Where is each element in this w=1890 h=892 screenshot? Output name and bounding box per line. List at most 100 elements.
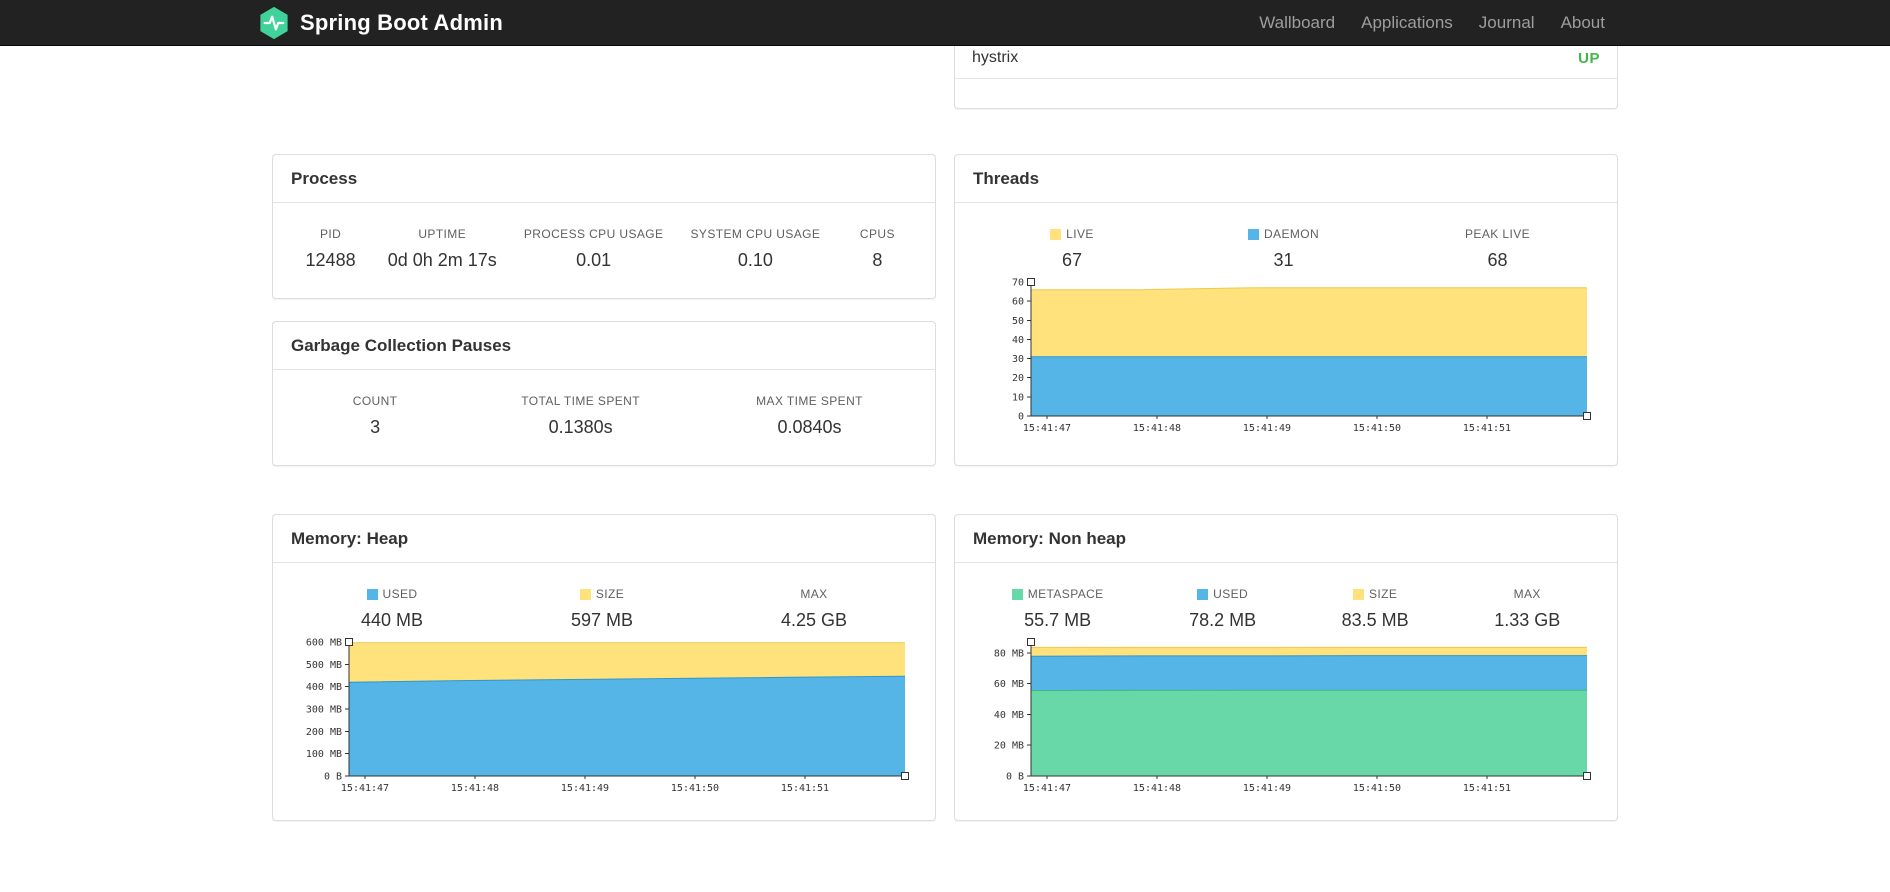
svg-text:100 MB: 100 MB: [306, 749, 342, 760]
svg-text:15:41:50: 15:41:50: [1353, 423, 1401, 434]
stat-nonheap-metaspace: METASPACE 55.7 MB: [1011, 587, 1104, 631]
stat-label: SIZE: [1369, 587, 1398, 601]
svg-text:15:41:49: 15:41:49: [1243, 423, 1291, 434]
svg-text:0: 0: [1018, 412, 1024, 423]
heap-panel-title: Memory: Heap: [273, 515, 935, 563]
svg-text:60 MB: 60 MB: [994, 679, 1024, 690]
stat-gc-max-time: MAX TIME SPENT 0.0840s: [756, 394, 863, 438]
svg-text:15:41:50: 15:41:50: [671, 783, 719, 794]
metaspace-legend-swatch: [1011, 588, 1023, 600]
stat-threads-daemon: DAEMON 31: [1247, 227, 1320, 271]
stat-value: 12488: [305, 250, 356, 270]
svg-text:60: 60: [1012, 297, 1024, 308]
svg-text:300 MB: 300 MB: [306, 705, 342, 716]
nonheap-chart: 0 B 20 MB 40 MB 60 MB 80 MB 15:41:47 15:41:48 1…: [967, 636, 1607, 798]
brand-link[interactable]: Spring Boot Admin: [258, 6, 503, 40]
stat-uptime: UPTIME 0d 0h 2m 17s: [388, 227, 497, 271]
svg-text:500 MB: 500 MB: [306, 660, 342, 671]
svg-text:15:41:48: 15:41:48: [1133, 783, 1181, 794]
svg-text:40: 40: [1012, 335, 1024, 346]
stat-label: SIZE: [595, 587, 625, 601]
svg-text:0 B: 0 B: [324, 772, 342, 783]
svg-text:40 MB: 40 MB: [994, 710, 1024, 721]
svg-text:0 B: 0 B: [1006, 772, 1024, 783]
threads-panel-title: Threads: [955, 155, 1617, 203]
stat-heap-used: USED 440 MB: [361, 587, 423, 631]
stat-pid: PID 12488: [301, 227, 361, 271]
svg-text:15:41:49: 15:41:49: [561, 783, 609, 794]
spring-boot-admin-logo-icon: [258, 6, 290, 40]
svg-text:50: 50: [1012, 316, 1024, 327]
size-legend-swatch: [1353, 588, 1365, 600]
stat-gc-total-time: TOTAL TIME SPENT 0.1380s: [521, 394, 640, 438]
stat-value: 3: [370, 417, 381, 437]
stat-heap-size: SIZE 597 MB: [571, 587, 633, 631]
application-row[interactable]: hystrix UP: [955, 46, 1617, 78]
brand-title: Spring Boot Admin: [300, 9, 504, 35]
stat-value: 0d 0h 2m 17s: [387, 250, 497, 270]
stat-nonheap-used: USED 78.2 MB: [1189, 587, 1256, 631]
stat-value: 0.01: [576, 250, 612, 270]
svg-text:15:41:51: 15:41:51: [781, 783, 829, 794]
stat-nonheap-size: SIZE 83.5 MB: [1342, 587, 1409, 631]
stat-threads-live: LIVE 67: [1042, 227, 1102, 271]
navbar-inner: Spring Boot Admin Wallboard Applications…: [260, 0, 1618, 45]
stat-value: 0.1380s: [548, 417, 613, 437]
divider: [955, 78, 1617, 79]
svg-text:15:41:47: 15:41:47: [1023, 783, 1071, 794]
gc-panel-title: Garbage Collection Pauses: [273, 322, 935, 370]
svg-text:15:41:48: 15:41:48: [1133, 423, 1181, 434]
nav-applications[interactable]: Applications: [1348, 0, 1466, 45]
svg-text:15:41:47: 15:41:47: [341, 783, 389, 794]
stat-system-cpu-usage: SYSTEM CPU USAGE 0.10: [691, 227, 821, 271]
stat-label: PID: [319, 227, 342, 241]
top-navbar: Spring Boot Admin Wallboard Applications…: [0, 0, 1890, 46]
threads-panel: Threads LIVE 67 DAEMON 31 PEAK LIVE 68 0…: [954, 154, 1618, 466]
application-name[interactable]: hystrix: [972, 49, 1018, 67]
nonheap-panel-title: Memory: Non heap: [955, 515, 1617, 563]
stat-value: 55.7 MB: [1024, 610, 1092, 630]
svg-text:15:41:50: 15:41:50: [1353, 783, 1401, 794]
live-legend-swatch: [1050, 228, 1062, 240]
nav-wallboard[interactable]: Wallboard: [1246, 0, 1348, 45]
stat-value: 1.33 GB: [1494, 610, 1561, 630]
stat-label: PEAK LIVE: [1465, 227, 1530, 241]
stat-label: DAEMON: [1263, 227, 1320, 241]
process-stats: PID 12488 UPTIME 0d 0h 2m 17s PROCESS CP…: [273, 203, 935, 271]
stat-label: PROCESS CPU USAGE: [523, 227, 664, 241]
used-legend-swatch: [1197, 588, 1209, 600]
used-legend-swatch: [366, 588, 378, 600]
svg-text:200 MB: 200 MB: [306, 727, 342, 738]
stat-threads-peak-live: PEAK LIVE 68: [1465, 227, 1530, 271]
stat-value: 78.2 MB: [1189, 610, 1257, 630]
nav-journal[interactable]: Journal: [1466, 0, 1548, 45]
threads-stats: LIVE 67 DAEMON 31 PEAK LIVE 68: [955, 203, 1617, 271]
stat-value: 440 MB: [360, 610, 424, 630]
svg-text:10: 10: [1012, 392, 1024, 403]
stat-value: 4.25 GB: [780, 610, 848, 630]
svg-text:400 MB: 400 MB: [306, 682, 342, 693]
svg-text:15:41:49: 15:41:49: [1243, 783, 1291, 794]
stat-value: 68: [1487, 250, 1508, 270]
svg-text:600 MB: 600 MB: [306, 638, 342, 649]
application-status-badge: UP: [1578, 49, 1600, 67]
stat-label: COUNT: [352, 394, 398, 408]
svg-text:70: 70: [1012, 278, 1024, 289]
stat-label: MAX: [1513, 587, 1541, 601]
stat-label: SYSTEM CPU USAGE: [690, 227, 821, 241]
stat-label: USED: [1213, 587, 1249, 601]
nonheap-stats: METASPACE 55.7 MB USED 78.2 MB SIZE 83.5…: [955, 563, 1617, 631]
nav-about[interactable]: About: [1548, 0, 1618, 45]
stat-label: CPUS: [859, 227, 895, 241]
navbar-links: Wallboard Applications Journal About: [1246, 0, 1618, 45]
stat-label: MAX: [800, 587, 828, 601]
process-panel-title: Process: [273, 155, 935, 203]
svg-text:30: 30: [1012, 354, 1024, 365]
svg-text:80 MB: 80 MB: [994, 648, 1024, 659]
svg-text:20 MB: 20 MB: [994, 741, 1024, 752]
svg-text:15:41:51: 15:41:51: [1463, 423, 1511, 434]
applications-panel-partial: hystrix UP: [954, 46, 1618, 109]
heap-chart: 0 B 100 MB 200 MB 300 MB 400 MB 500 MB 600 MB 1…: [285, 636, 925, 798]
threads-chart: 0 10 20 30 40 50 60 70 15:41:47 15:41:48 15:41:49 1…: [967, 276, 1607, 438]
stat-label: LIVE: [1066, 227, 1094, 241]
